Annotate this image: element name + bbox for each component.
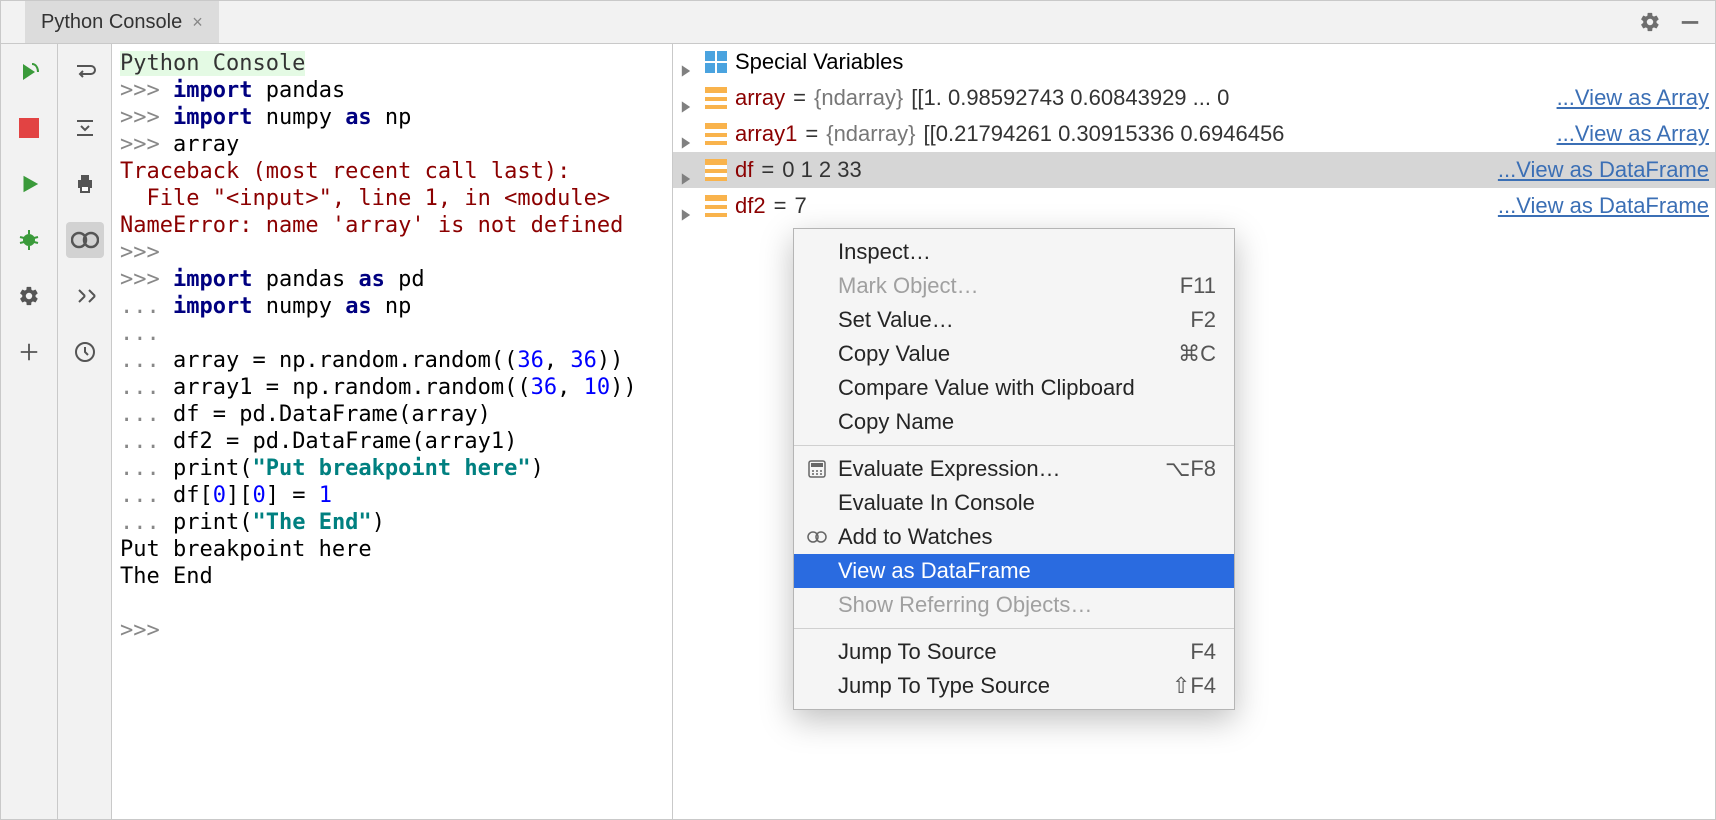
menu-item-label: Compare Value with Clipboard — [838, 370, 1135, 406]
menu-item: Show Referring Objects… — [794, 588, 1234, 622]
add-icon[interactable] — [10, 334, 48, 370]
var-name: array — [735, 80, 785, 116]
stop-icon[interactable] — [10, 110, 48, 146]
menu-shortcut: ⌥F8 — [1165, 451, 1216, 487]
menu-item-label: Evaluate In Console — [838, 485, 1035, 521]
history-icon[interactable] — [66, 334, 104, 370]
menu-separator — [794, 628, 1234, 629]
special-vars-icon — [705, 51, 727, 73]
expand-arrow-icon[interactable] — [679, 161, 697, 179]
menu-item-label: Add to Watches — [838, 519, 992, 555]
menu-shortcut: ⌘C — [1178, 336, 1216, 372]
expand-arrow-icon[interactable] — [679, 89, 697, 107]
menu-item-label: Copy Name — [838, 404, 954, 440]
close-icon[interactable]: × — [192, 12, 203, 33]
console-output[interactable]: Python Console >>> import pandas >>> imp… — [112, 44, 672, 819]
tab-bar: Python Console × — [1, 1, 1715, 44]
struct-icon — [705, 195, 727, 217]
view-as-link[interactable]: ...View as Array — [1551, 116, 1709, 152]
struct-icon — [705, 123, 727, 145]
menu-shortcut: F2 — [1190, 302, 1216, 338]
menu-item-label: Jump To Type Source — [838, 668, 1050, 704]
menu-item-label: Evaluate Expression… — [838, 451, 1061, 487]
rerun-icon[interactable] — [10, 54, 48, 90]
special-vars-label: Special Variables — [735, 44, 903, 80]
watches-icon — [806, 526, 828, 548]
menu-item-label: Show Referring Objects… — [838, 587, 1092, 623]
menu-item[interactable]: Copy Name — [794, 405, 1234, 439]
menu-item[interactable]: Add to Watches — [794, 520, 1234, 554]
variable-row[interactable]: array1 = {ndarray} [[0.21794261 0.309153… — [673, 116, 1715, 152]
view-as-link[interactable]: ...View as DataFrame — [1492, 188, 1709, 224]
tab-python-console[interactable]: Python Console × — [25, 1, 219, 43]
struct-icon — [705, 87, 727, 109]
variable-row[interactable]: array = {ndarray} [[1. 0.98592743 0.6084… — [673, 80, 1715, 116]
view-as-link[interactable]: ...View as DataFrame — [1492, 152, 1709, 188]
menu-item[interactable]: Copy Value ⌘C — [794, 337, 1234, 371]
variables-pane: Special Variables array = {ndarray} [[1.… — [672, 44, 1715, 819]
var-name: df — [735, 152, 753, 188]
menu-shortcut: F4 — [1190, 634, 1216, 670]
gear-icon[interactable] — [1637, 9, 1663, 35]
var-value: 7 — [794, 188, 806, 224]
variable-row[interactable]: df = 0 1 2 33...View as DataFrame — [673, 152, 1715, 188]
debug-icon[interactable] — [10, 222, 48, 258]
left-gutter-secondary — [58, 44, 112, 819]
menu-item[interactable]: Evaluate Expression… ⌥F8 — [794, 452, 1234, 486]
menu-item: Mark Object… F11 — [794, 269, 1234, 303]
history-next-icon[interactable] — [66, 278, 104, 314]
menu-shortcut: ⇧F4 — [1172, 668, 1216, 704]
context-menu: Inspect…Mark Object…F11Set Value…F2Copy … — [793, 228, 1235, 710]
expand-arrow-icon[interactable] — [679, 53, 697, 71]
menu-item[interactable]: Jump To Type Source ⇧F4 — [794, 669, 1234, 703]
variable-row[interactable]: df2 = 7...View as DataFrame — [673, 188, 1715, 224]
run-icon[interactable] — [10, 166, 48, 202]
menu-item-label: Mark Object… — [838, 268, 979, 304]
left-gutter-primary — [1, 44, 58, 819]
menu-separator — [794, 445, 1234, 446]
menu-item[interactable]: View as DataFrame — [794, 554, 1234, 588]
calculator-icon — [806, 458, 828, 480]
tab-label: Python Console — [41, 11, 182, 34]
var-name: df2 — [735, 188, 766, 224]
show-vars-icon[interactable] — [66, 222, 104, 258]
menu-item[interactable]: Inspect… — [794, 235, 1234, 269]
menu-item-label: Inspect… — [838, 234, 931, 270]
minimize-icon[interactable] — [1677, 9, 1703, 35]
special-variables-row[interactable]: Special Variables — [673, 44, 1715, 80]
menu-item-label: Copy Value — [838, 336, 950, 372]
expand-arrow-icon[interactable] — [679, 125, 697, 143]
menu-item[interactable]: Compare Value with Clipboard — [794, 371, 1234, 405]
struct-icon — [705, 159, 727, 181]
menu-item-label: Set Value… — [838, 302, 954, 338]
settings-icon[interactable] — [10, 278, 48, 314]
print-icon[interactable] — [66, 166, 104, 202]
view-as-link[interactable]: ...View as Array — [1551, 80, 1709, 116]
var-value: [[0.21794261 0.30915336 0.6946456 — [924, 116, 1285, 152]
var-value: 0 1 2 33 — [782, 152, 862, 188]
var-type: {ndarray} — [814, 80, 903, 116]
menu-shortcut: F11 — [1180, 268, 1216, 304]
scroll-end-icon[interactable] — [66, 110, 104, 146]
var-type: {ndarray} — [826, 116, 915, 152]
menu-item[interactable]: Evaluate In Console — [794, 486, 1234, 520]
softwrap-icon[interactable] — [66, 54, 104, 90]
menu-item[interactable]: Jump To Source F4 — [794, 635, 1234, 669]
var-name: array1 — [735, 116, 797, 152]
menu-item-label: View as DataFrame — [838, 553, 1031, 589]
menu-item[interactable]: Set Value… F2 — [794, 303, 1234, 337]
menu-item-label: Jump To Source — [838, 634, 997, 670]
expand-arrow-icon[interactable] — [679, 197, 697, 215]
var-value: [[1. 0.98592743 0.60843929 ... 0 — [911, 80, 1229, 116]
